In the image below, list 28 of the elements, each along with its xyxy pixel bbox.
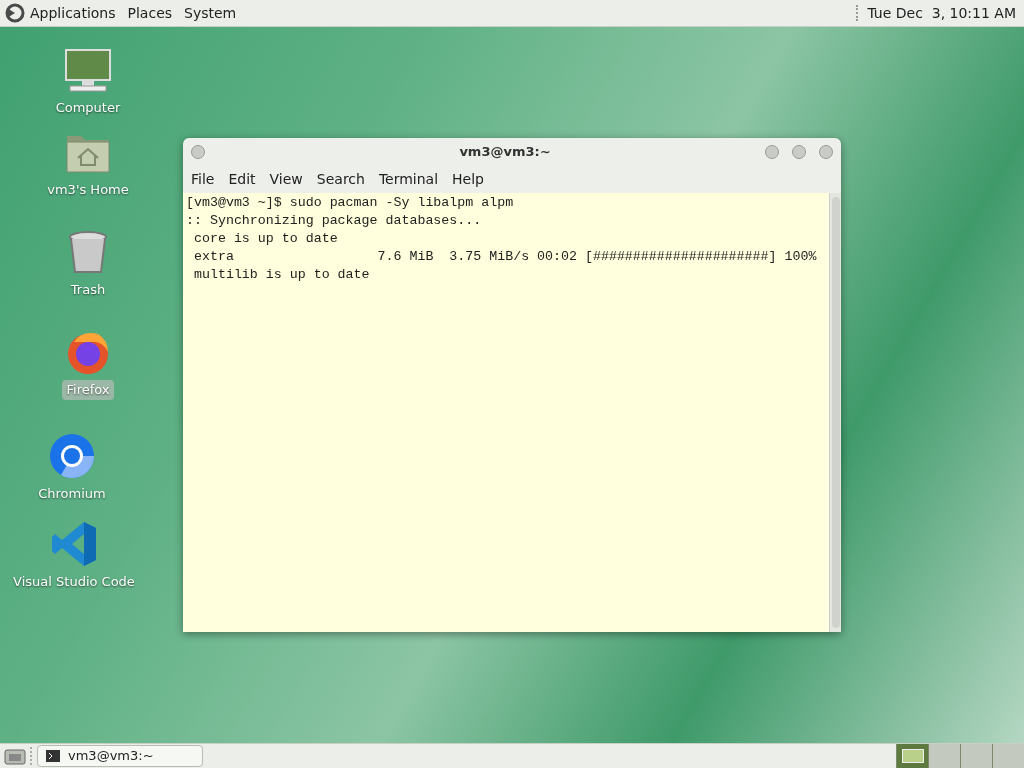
- taskbar-button[interactable]: vm3@vm3:~: [37, 745, 203, 767]
- panel-menu[interactable]: Applications: [30, 2, 116, 24]
- window-title: vm3@vm3:~: [459, 143, 551, 162]
- menu-item[interactable]: Terminal: [378, 169, 439, 190]
- panel-menu[interactable]: Places: [127, 2, 173, 24]
- code-editor-icon[interactable]: [50, 520, 98, 568]
- close-button[interactable]: [819, 145, 833, 159]
- menu-item[interactable]: File: [191, 169, 215, 190]
- menu-logo-icon[interactable]: [4, 2, 26, 24]
- workspace-button[interactable]: [896, 744, 928, 768]
- menu-item[interactable]: Search: [316, 169, 365, 190]
- clock[interactable]: Tue Dec 3, 10:11 AM: [867, 2, 1016, 24]
- minimize-button[interactable]: [765, 145, 779, 159]
- menu-item[interactable]: Edit: [228, 169, 256, 190]
- menu-item[interactable]: Help: [452, 169, 484, 190]
- show-desktop-icon[interactable]: [4, 747, 26, 765]
- workspace-button[interactable]: [928, 744, 960, 768]
- workspace-button[interactable]: [992, 744, 1024, 768]
- chromium-icon[interactable]: [48, 432, 96, 480]
- panel-menu[interactable]: System: [184, 2, 237, 24]
- maximize-button[interactable]: [792, 145, 806, 159]
- workspace-button[interactable]: [960, 744, 992, 768]
- window-menu-button[interactable]: [191, 145, 205, 159]
- panel-handle: [856, 5, 860, 21]
- scrollbar[interactable]: [829, 193, 841, 632]
- computer-icon[interactable]: [64, 46, 112, 94]
- terminal-icon: [46, 750, 60, 762]
- menu-item[interactable]: View: [269, 169, 303, 190]
